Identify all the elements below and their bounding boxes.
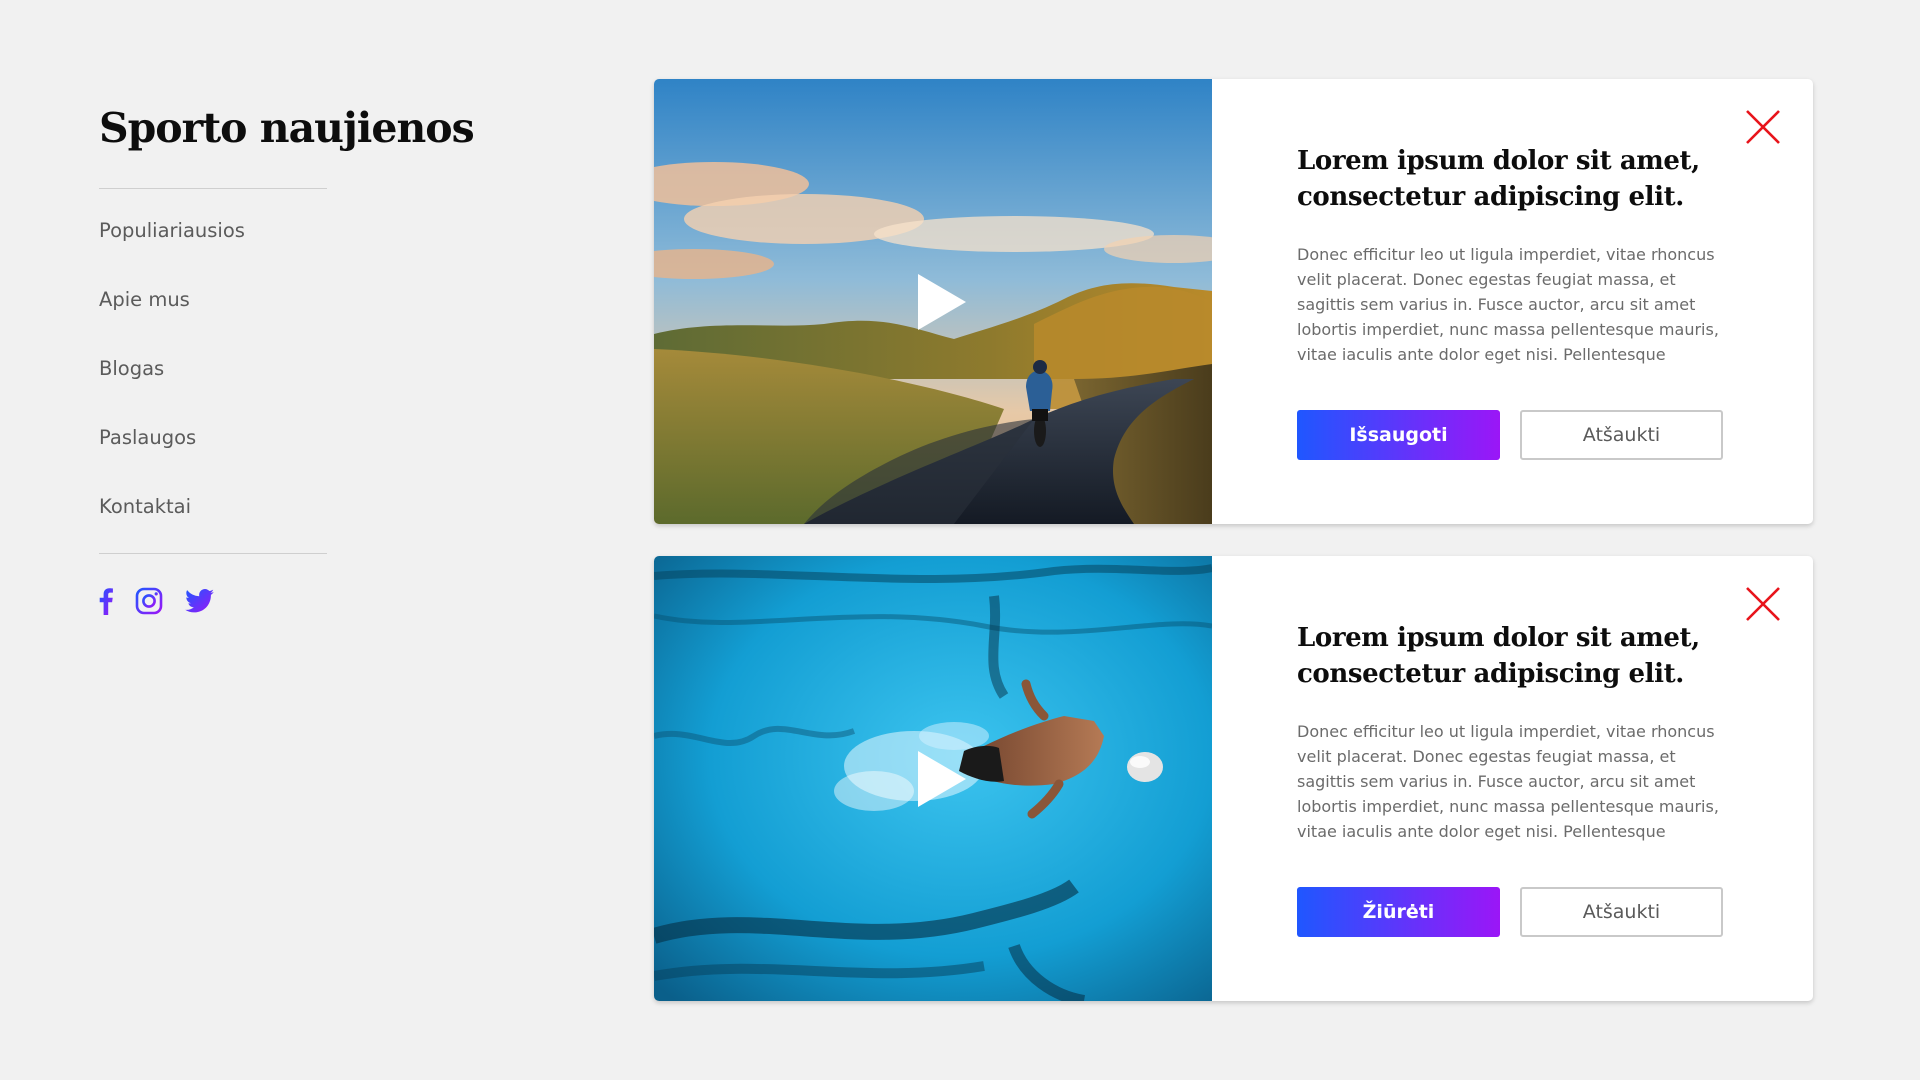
nav-item-populiariausios[interactable]: Populiariausios <box>99 210 245 279</box>
video-card-swimming: Lorem ipsum dolor sit amet, consectetur … <box>654 556 1813 1001</box>
nav-item-apie-mus[interactable]: Apie mus <box>99 279 245 348</box>
watch-button[interactable]: Žiūrėti <box>1297 887 1500 937</box>
close-icon[interactable] <box>1745 109 1781 145</box>
divider <box>99 553 327 554</box>
facebook-icon[interactable] <box>99 587 113 619</box>
social-links <box>99 587 236 619</box>
site-title: Sporto naujienos <box>99 104 475 152</box>
card-description: Donec efficitur leo ut ligula imperdiet,… <box>1297 722 1719 841</box>
cancel-button[interactable]: Atšaukti <box>1520 410 1723 460</box>
close-icon[interactable] <box>1745 586 1781 622</box>
nav-item-kontaktai[interactable]: Kontaktai <box>99 486 245 555</box>
card-title: Lorem ipsum dolor sit amet, consectetur … <box>1297 623 1700 689</box>
card-description: Donec efficitur leo ut ligula imperdiet,… <box>1297 245 1719 364</box>
play-icon[interactable] <box>916 272 968 332</box>
instagram-icon[interactable] <box>135 587 163 619</box>
save-button[interactable]: Išsaugoti <box>1297 410 1500 460</box>
nav-menu: Populiariausios Apie mus Blogas Paslaugo… <box>99 210 245 555</box>
card-title: Lorem ipsum dolor sit amet, consectetur … <box>1297 146 1700 212</box>
nav-item-blogas[interactable]: Blogas <box>99 348 245 417</box>
divider <box>99 188 327 189</box>
play-icon[interactable] <box>916 749 968 809</box>
card-image[interactable] <box>654 79 1212 524</box>
cancel-button[interactable]: Atšaukti <box>1520 887 1723 937</box>
twitter-icon[interactable] <box>185 589 214 617</box>
nav-item-paslaugos[interactable]: Paslaugos <box>99 417 245 486</box>
video-card-cycling: Lorem ipsum dolor sit amet, consectetur … <box>654 79 1813 524</box>
card-image[interactable] <box>654 556 1212 1001</box>
